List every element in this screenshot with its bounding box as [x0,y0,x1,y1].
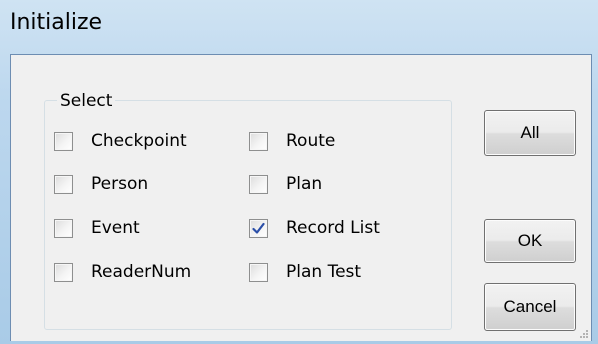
checkbox-box[interactable] [54,262,73,282]
checkbox-record-list[interactable]: Record List [249,216,380,240]
checkbox-box[interactable] [54,218,73,238]
groupbox-label: Select [57,91,116,111]
checkbox-box[interactable] [54,174,73,194]
checkbox-label: Record List [286,218,380,238]
checkbox-box[interactable] [249,218,268,238]
checkbox-label: Person [91,174,149,194]
checkbox-box[interactable] [54,131,73,151]
checkbox-label: Event [91,218,140,238]
checkbox-label: Route [286,131,336,151]
check-icon [252,222,265,234]
checkbox-event[interactable]: Event [54,216,140,240]
title-bar[interactable]: Initialize [0,0,598,48]
checkbox-label: Plan [286,174,323,194]
checkbox-plan-test[interactable]: Plan Test [249,260,361,284]
checkbox-checkpoint[interactable]: Checkpoint [54,129,187,153]
checkbox-label: ReaderNum [91,262,192,282]
checkbox-label: Checkpoint [91,131,187,151]
checkbox-readernum[interactable]: ReaderNum [54,260,191,284]
ok-button[interactable]: OK [484,219,576,263]
checkbox-box[interactable] [249,131,268,151]
window-title: Initialize [10,10,103,35]
checkbox-plan[interactable]: Plan [249,172,322,196]
checkbox-person[interactable]: Person [54,172,148,196]
initialize-dialog: Initialize Select Checkpoint Person Even… [0,0,598,344]
checkbox-route[interactable]: Route [249,129,335,153]
dialog-client-area: Select Checkpoint Person Event ReaderNum… [10,54,592,341]
checkbox-box[interactable] [249,174,268,194]
checkbox-box[interactable] [249,262,268,282]
cancel-button[interactable]: Cancel [484,283,576,331]
all-button[interactable]: All [484,110,576,156]
checkbox-label: Plan Test [286,262,362,282]
resize-grip-icon[interactable] [577,327,589,339]
